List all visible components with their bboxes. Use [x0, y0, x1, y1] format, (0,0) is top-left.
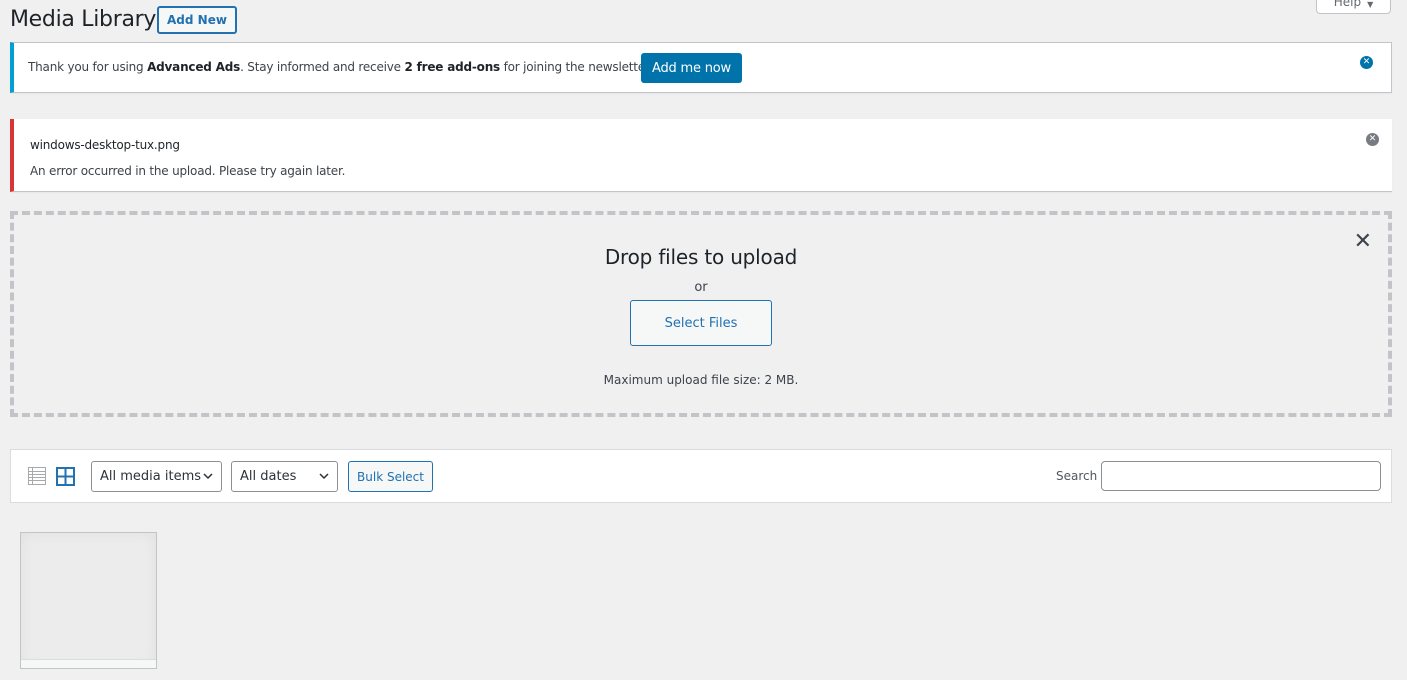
media-type-filter[interactable]: All media items — [91, 461, 222, 492]
help-tab[interactable]: Help ▼ — [1316, 0, 1391, 14]
dismiss-error-icon[interactable]: ✕ — [1366, 133, 1379, 146]
caret-down-icon: ▼ — [1367, 0, 1374, 9]
bulk-select-button[interactable]: Bulk Select — [348, 461, 433, 492]
media-item-placeholder[interactable] — [20, 532, 157, 669]
select-files-button[interactable]: Select Files — [630, 300, 772, 346]
search-input[interactable] — [1101, 461, 1381, 491]
help-label: Help — [1333, 0, 1362, 9]
add-new-button[interactable]: Add New — [157, 6, 237, 34]
upload-dropzone[interactable]: Drop files to upload or Select Files Max… — [10, 211, 1392, 417]
page-title: Media Library — [10, 7, 157, 32]
add-me-now-button[interactable]: Add me now — [641, 53, 742, 83]
date-filter[interactable]: All dates — [231, 461, 338, 492]
grid-view-icon[interactable] — [56, 467, 75, 486]
upload-progress-bar — [21, 659, 156, 668]
max-upload-size: Maximum upload file size: 2 MB. — [603, 373, 799, 387]
chevron-down-icon — [203, 473, 213, 480]
newsletter-message: Thank you for using Advanced Ads. Stay i… — [28, 60, 653, 74]
error-filename: windows-desktop-tux.png — [30, 138, 180, 152]
media-toolbar: All media items All dates Bulk Select Se… — [10, 449, 1392, 503]
error-message: An error occurred in the upload. Please … — [30, 164, 346, 178]
chevron-down-icon — [319, 473, 329, 480]
upload-error-notice: windows-desktop-tux.png An error occurre… — [10, 119, 1392, 192]
close-uploader-icon[interactable]: ✕ — [1354, 231, 1372, 253]
dropzone-or: or — [694, 280, 708, 295]
dropzone-title: Drop files to upload — [604, 245, 798, 269]
list-view-icon[interactable] — [28, 467, 46, 485]
newsletter-notice: Thank you for using Advanced Ads. Stay i… — [10, 42, 1392, 93]
search-label: Search — [1056, 469, 1098, 483]
dismiss-notice-icon[interactable]: ✕ — [1360, 56, 1373, 69]
